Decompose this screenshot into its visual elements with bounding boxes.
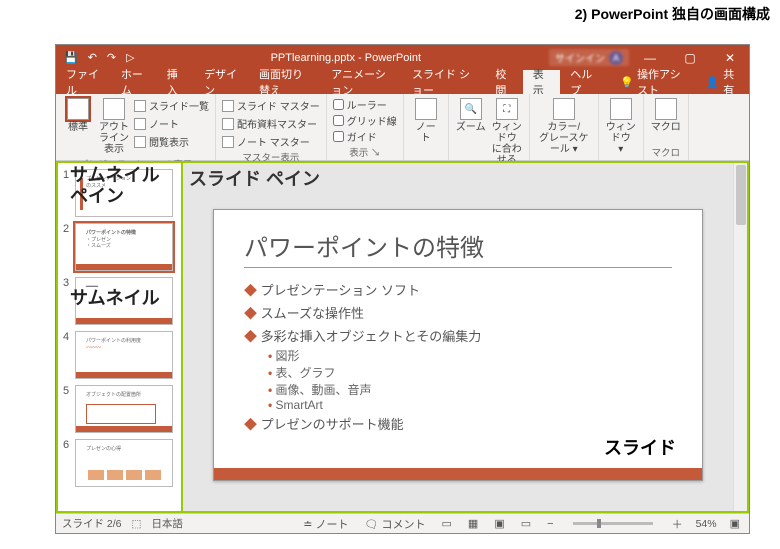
tab-design[interactable]: デザイン — [194, 70, 249, 94]
tab-slideshow[interactable]: スライド ショー — [402, 70, 485, 94]
tab-help[interactable]: ヘルプ — [560, 70, 606, 94]
thumbnail-pane[interactable]: サムネイル ペイン サムネイル 1プレゼンテーションのススメ 2パワーポイントの… — [58, 163, 183, 511]
annotation-slide-pane: スライド ペイン — [189, 165, 320, 191]
guides-checkbox[interactable]: ガイド — [331, 129, 399, 144]
ruler-checkbox[interactable]: ルーラー — [331, 97, 399, 112]
avatar-icon: A — [609, 51, 623, 65]
outline-view-button[interactable]: アウトライン 表示 — [96, 96, 132, 157]
statusbar: スライド 2/6 ⬚ 日本語 ≐ ノート 🗨 コメント ▭ ▦ ▣ ▭ − ＋ … — [56, 513, 749, 533]
spellcheck-icon[interactable]: ⬚ — [132, 518, 142, 530]
user-name: サインイン — [555, 50, 605, 65]
zoom-button[interactable]: 🔍ズーム — [453, 96, 489, 135]
thumbnail-3[interactable]: 3━━━━ — [58, 275, 181, 329]
ribbon-group-master-views: スライド マスター 配布資料マスター ノート マスター マスター表示 — [216, 94, 327, 160]
notes-page-button[interactable]: ノート — [132, 115, 211, 132]
ribbon-group-macros: マクロ マクロ — [644, 94, 689, 160]
powerpoint-window: 💾 ↶ ↷ ▷ PPTlearning.pptx - PowerPoint サイ… — [55, 44, 750, 534]
thumbnail-2[interactable]: 2パワーポイントの特徴・プレゼン・スムーズ — [58, 221, 181, 275]
slideshow-view-icon[interactable]: ▭ — [518, 517, 534, 530]
zoom-in-button[interactable]: ＋ — [669, 516, 686, 532]
menu-tabs: ファイル ホーム 挿入 デザイン 画面切り替え アニメーション スライド ショー… — [56, 70, 749, 94]
slide-position[interactable]: スライド 2/6 — [62, 516, 122, 531]
ribbon-group-notes: ノー ト — [404, 94, 449, 160]
vertical-scrollbar[interactable] — [733, 163, 747, 511]
thumbnail-6[interactable]: 6プレゼンの心得 — [58, 437, 181, 491]
window-button[interactable]: ウィンドウ ▾ — [603, 96, 639, 157]
normal-view-button[interactable]: 標準 — [60, 96, 96, 135]
ribbon-group-zoom: 🔍ズーム ⛶ウィンドウ に合わせる ズーム — [449, 94, 530, 160]
sub-bullet-item: 図形 — [268, 347, 672, 364]
sub-bullet-item: 表、グラフ — [268, 364, 672, 381]
window-title: PPTlearning.pptx - PowerPoint — [143, 52, 549, 64]
ribbon: 標準 アウトライン 表示 スライド一覧 ノート 閲覧表示 プレゼンテーションの表… — [56, 94, 749, 161]
reading-view-button[interactable]: 閲覧表示 — [132, 133, 211, 150]
fit-window-button[interactable]: ⛶ウィンドウ に合わせる — [489, 96, 525, 168]
notes-button[interactable]: ノー ト — [408, 96, 444, 146]
dialog-launcher-icon[interactable]: ↘ — [371, 148, 381, 159]
comments-toggle[interactable]: 🗨 コメント — [361, 516, 428, 532]
reading-view-icon[interactable]: ▣ — [491, 517, 507, 530]
notes-master-button[interactable]: ノート マスター — [220, 133, 322, 150]
tell-me[interactable]: 💡 操作アシスト — [612, 70, 693, 94]
bullet-item: プレゼンのサポート機能 — [244, 412, 672, 435]
group-label: マクロ — [648, 145, 684, 160]
tab-animations[interactable]: アニメーション — [321, 70, 402, 94]
notes-icon: ≐ — [303, 519, 312, 531]
bullet-item: スムーズな操作性 — [244, 301, 672, 324]
zoom-out-button[interactable]: − — [544, 518, 556, 530]
ribbon-group-show: ルーラー グリッド線 ガイド 表示 ↘ — [327, 94, 404, 160]
tab-home[interactable]: ホーム — [111, 70, 157, 94]
ribbon-group-color: カラー/ グレースケール ▾ — [530, 94, 599, 160]
tab-view[interactable]: 表示 — [523, 70, 560, 94]
tab-review[interactable]: 校閲 — [485, 70, 522, 94]
fit-to-window-icon[interactable]: ▣ — [727, 517, 743, 530]
macros-button[interactable]: マクロ — [648, 96, 684, 135]
slide-body[interactable]: プレゼンテーション ソフト スムーズな操作性 多彩な挿入オブジェクトとその編集力… — [244, 278, 672, 435]
save-icon[interactable]: 💾 — [64, 51, 78, 64]
lightbulb-icon: 💡 — [620, 76, 634, 89]
tab-transitions[interactable]: 画面切り替え — [249, 70, 321, 94]
doc-heading: 2) PowerPoint 独自の画面構成 — [575, 4, 770, 24]
gridlines-checkbox[interactable]: グリッド線 — [331, 113, 399, 128]
normal-view-icon[interactable]: ▭ — [439, 517, 455, 530]
redo-icon[interactable]: ↷ — [107, 51, 116, 64]
ribbon-group-presentation-views: 標準 アウトライン 表示 スライド一覧 ノート 閲覧表示 プレゼンテーションの表… — [56, 94, 216, 160]
zoom-slider[interactable] — [573, 522, 653, 525]
sorter-view-icon[interactable]: ▦ — [465, 517, 481, 530]
slideshow-icon[interactable]: ▷ — [126, 51, 134, 64]
sub-bullet-item: SmartArt — [268, 398, 672, 412]
slide-canvas[interactable]: パワーポイントの特徴 プレゼンテーション ソフト スムーズな操作性 多彩な挿入オ… — [213, 209, 703, 481]
slide-pane[interactable]: スライド ペイン パワーポイントの特徴 プレゼンテーション ソフト スムーズな操… — [183, 163, 733, 511]
language-label[interactable]: 日本語 — [151, 516, 183, 531]
tab-insert[interactable]: 挿入 — [157, 70, 194, 94]
notes-toggle[interactable]: ≐ ノート — [300, 516, 351, 532]
handout-master-button[interactable]: 配布資料マスター — [220, 115, 322, 132]
zoom-value[interactable]: 54% — [696, 518, 717, 530]
ribbon-group-window: ウィンドウ ▾ — [599, 94, 644, 160]
thumbnail-4[interactable]: 4パワーポイントの利用度〰〰〰 — [58, 329, 181, 383]
comment-icon: 🗨 — [364, 519, 378, 531]
slide-master-button[interactable]: スライド マスター — [220, 97, 322, 114]
undo-icon[interactable]: ↶ — [88, 51, 97, 64]
slide-title[interactable]: パワーポイントの特徴 — [244, 228, 672, 268]
thumbnail-5[interactable]: 5オブジェクトの配置箇所 — [58, 383, 181, 437]
sub-bullet-item: 画像、動画、音声 — [268, 381, 672, 398]
user-account[interactable]: サインイン A — [549, 49, 629, 66]
color-grayscale-button[interactable]: カラー/ グレースケール ▾ — [534, 96, 594, 157]
bullet-item: 多彩な挿入オブジェクトとその編集力 — [244, 324, 672, 347]
share-button[interactable]: 👤 共有 — [694, 70, 749, 94]
bullet-item: プレゼンテーション ソフト — [244, 278, 672, 301]
slide-sorter-button[interactable]: スライド一覧 — [132, 97, 211, 114]
workspace: サムネイル ペイン サムネイル 1プレゼンテーションのススメ 2パワーポイントの… — [56, 161, 749, 513]
annotation-slide: スライド — [604, 434, 676, 460]
tab-file[interactable]: ファイル — [56, 70, 111, 94]
thumbnail-1[interactable]: 1プレゼンテーションのススメ — [58, 167, 181, 221]
group-label: 表示 ↘ — [331, 145, 399, 160]
share-icon: 👤 — [706, 76, 720, 89]
